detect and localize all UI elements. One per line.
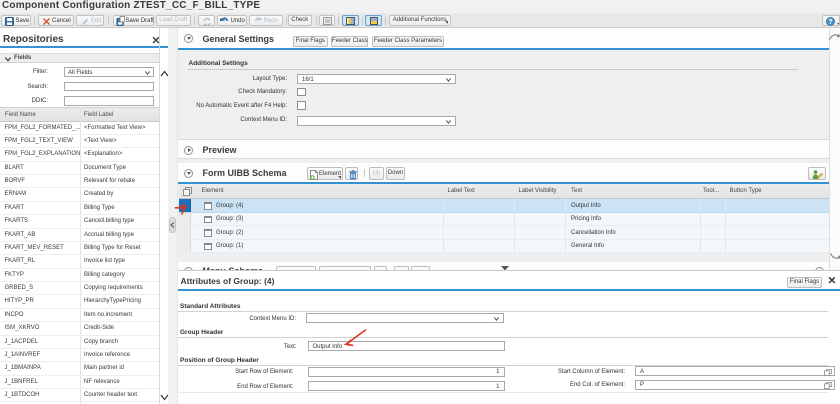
svg-text:?: ? — [828, 19, 832, 26]
